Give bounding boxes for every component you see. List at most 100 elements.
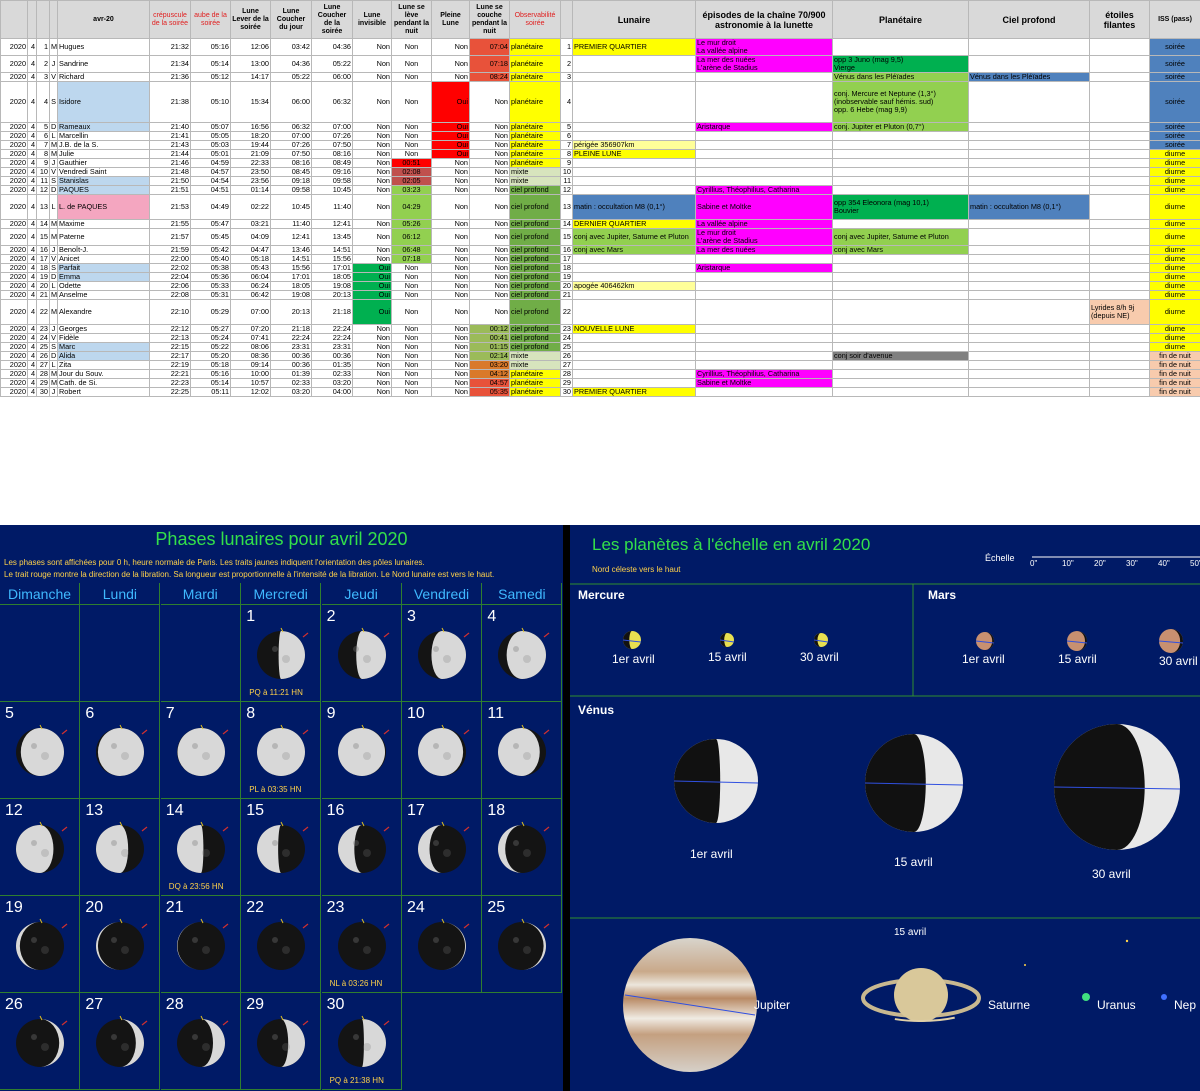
cell-n: 11 — [560, 176, 573, 187]
cell-lun — [572, 341, 696, 352]
cell-pl: Non — [431, 299, 470, 325]
cell-et — [1089, 122, 1150, 133]
cell-t5: 17:01 — [311, 263, 353, 274]
cell-cou: Non — [469, 219, 510, 230]
moon-phase-icon — [92, 724, 148, 784]
cell-cou: 08:24 — [469, 72, 510, 82]
table-row: 2020 4 17 V Anicet 22:00 05:40 05:18 14:51 15:56 N… — [0, 254, 1200, 265]
calendar-day-cell: 28 — [160, 993, 241, 1090]
cell-inv: Non — [352, 140, 392, 151]
cell-lev: Non — [391, 377, 432, 388]
cell-t1: 22:08 — [149, 290, 191, 301]
cell-t3: 07:41 — [230, 332, 271, 343]
table-row: 2020 4 12 D PAQUES 21:51 04:51 01:14 09:58 10:45 N… — [0, 185, 1200, 196]
cell-lev: 00:51 — [391, 158, 432, 169]
cell-lun — [572, 80, 696, 124]
cell-cp — [968, 332, 1090, 343]
cell-obs: ciel profond — [509, 281, 561, 292]
cell-saint: J.B. de la S. — [57, 140, 150, 151]
calendar-day-cell: 19 — [0, 896, 80, 993]
cell-y: 2020 — [0, 149, 28, 160]
cell-et — [1089, 281, 1150, 292]
cell-inv: Non — [352, 386, 392, 397]
cell-iss: fin de nuit — [1149, 377, 1200, 388]
cell-pl: Non — [431, 245, 470, 256]
cell-lun: matin : occultation M8 (0,1°) — [572, 194, 696, 221]
cell-cou: Non — [469, 158, 510, 169]
cell-pl: Non — [431, 332, 470, 343]
cell-w: D — [49, 185, 58, 196]
moon-phase-icon — [414, 627, 470, 687]
cell-w: D — [49, 272, 58, 283]
cell-y: 2020 — [0, 131, 28, 142]
cell-pl: Non — [431, 323, 470, 334]
cell-obs: mixte — [509, 167, 561, 178]
cell-cp — [968, 167, 1090, 178]
date-label: 15 avril — [894, 855, 933, 869]
cell-n: 8 — [560, 149, 573, 160]
cell-epi: La mer des nuées — [695, 245, 833, 256]
cell-t3: 06:42 — [230, 290, 271, 301]
cell-inv: Non — [352, 55, 392, 73]
cell-cp — [968, 80, 1090, 124]
cell-cou: Non — [469, 194, 510, 221]
cell-lev: Non — [391, 149, 432, 160]
cell-et — [1089, 368, 1150, 379]
cell-t5: 18:05 — [311, 272, 353, 283]
cell-t1: 21:41 — [149, 131, 191, 142]
moon-phase-icon — [12, 724, 68, 784]
cell-t5: 19:08 — [311, 281, 353, 292]
cell-cp — [968, 359, 1090, 370]
table-header-row: avr-20 crépuscule de la soirée aube de l… — [0, 0, 1200, 39]
phases-note: Les phases sont affichées pour 0 h, heur… — [4, 558, 425, 567]
calendar-day-cell: 7 — [160, 702, 241, 799]
cell-w: M — [49, 149, 58, 160]
ephemeris-table-panel: avr-20 crépuscule de la soirée aube de l… — [0, 0, 1200, 525]
cell-iss: diurne — [1149, 341, 1200, 352]
cell-n: 7 — [560, 140, 573, 151]
cell-n: 21 — [560, 290, 573, 301]
cell-t4: 13:46 — [270, 245, 312, 256]
cell-t2: 05:07 — [190, 122, 231, 133]
cell-y: 2020 — [0, 245, 28, 256]
cell-w: M — [49, 219, 58, 230]
cell-iss: fin de nuit — [1149, 368, 1200, 379]
cell-pl: Oui — [431, 131, 470, 142]
cell-d: 24 — [36, 332, 50, 343]
cell-pl: Non — [431, 185, 470, 196]
cell-pla — [832, 38, 969, 56]
cell-cou: Non — [469, 140, 510, 151]
cell-t2: 05:14 — [190, 377, 231, 388]
cell-n: 9 — [560, 158, 573, 169]
cell-iss: diurne — [1149, 176, 1200, 187]
cell-t2: 05:29 — [190, 299, 231, 325]
phases-title: Phases lunaires pour avril 2020 — [155, 529, 408, 549]
calendar-day-cell: 4 — [482, 605, 563, 702]
cell-lev: Non — [391, 368, 432, 379]
day-number: 6 — [85, 705, 95, 722]
table-row: 2020 4 25 S Marc 22:15 05:22 08:06 23:31 23:31 Non… — [0, 341, 1200, 352]
moon-phase-icon — [173, 1015, 229, 1075]
table-row: 2020 4 1 M Hugues 21:32 05:16 12:06 03:42 04:36 No… — [0, 38, 1200, 56]
cell-obs: ciel profond — [509, 341, 561, 352]
cell-epi — [695, 299, 833, 325]
cell-lev: Non — [391, 272, 432, 283]
cell-t1: 21:46 — [149, 158, 191, 169]
cell-obs: planétaire — [509, 80, 561, 124]
cell-saint: Julie — [57, 149, 150, 160]
cell-epi — [695, 158, 833, 169]
cell-n: 2 — [560, 55, 573, 73]
cell-saint: Alida — [57, 350, 150, 361]
cell-pl: Oui — [431, 140, 470, 151]
cell-lev: Non — [391, 332, 432, 343]
cell-iss: diurne — [1149, 272, 1200, 283]
cell-obs: planétaire — [509, 122, 561, 133]
cell-t4: 09:18 — [270, 176, 312, 187]
cell-m: 4 — [27, 299, 37, 325]
cell-iss: soirée — [1149, 72, 1200, 82]
cell-cp — [968, 228, 1090, 247]
cell-t3: 10:00 — [230, 368, 271, 379]
calendar-day-cell: 14 DQ à 23:56 HN — [160, 799, 241, 896]
cell-y: 2020 — [0, 140, 28, 151]
moon-phase-icon — [12, 918, 68, 978]
